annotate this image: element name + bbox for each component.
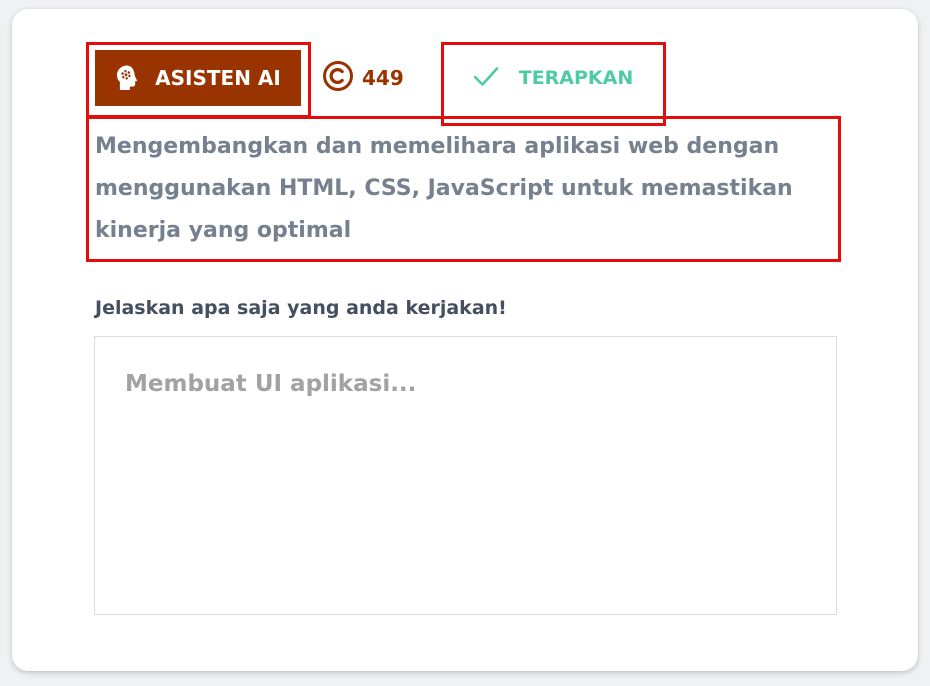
copyright-icon [322, 60, 354, 97]
credits-value: 449 [362, 66, 404, 90]
ai-head-icon [115, 64, 139, 92]
apply-button[interactable]: TERAPKAN [446, 50, 660, 106]
ai-assistant-button-label: ASISTEN AI [155, 66, 281, 90]
ai-assistant-button[interactable]: ASISTEN AI [95, 50, 301, 106]
ai-suggestion-text: Mengembangkan dan memelihara aplikasi we… [95, 134, 793, 243]
apply-button-label: TERAPKAN [518, 67, 634, 89]
credits-counter: 449 [322, 60, 404, 97]
description-input[interactable] [94, 336, 837, 615]
check-icon [473, 65, 499, 92]
description-label: Jelaskan apa saja yang anda kerjakan! [95, 297, 507, 319]
